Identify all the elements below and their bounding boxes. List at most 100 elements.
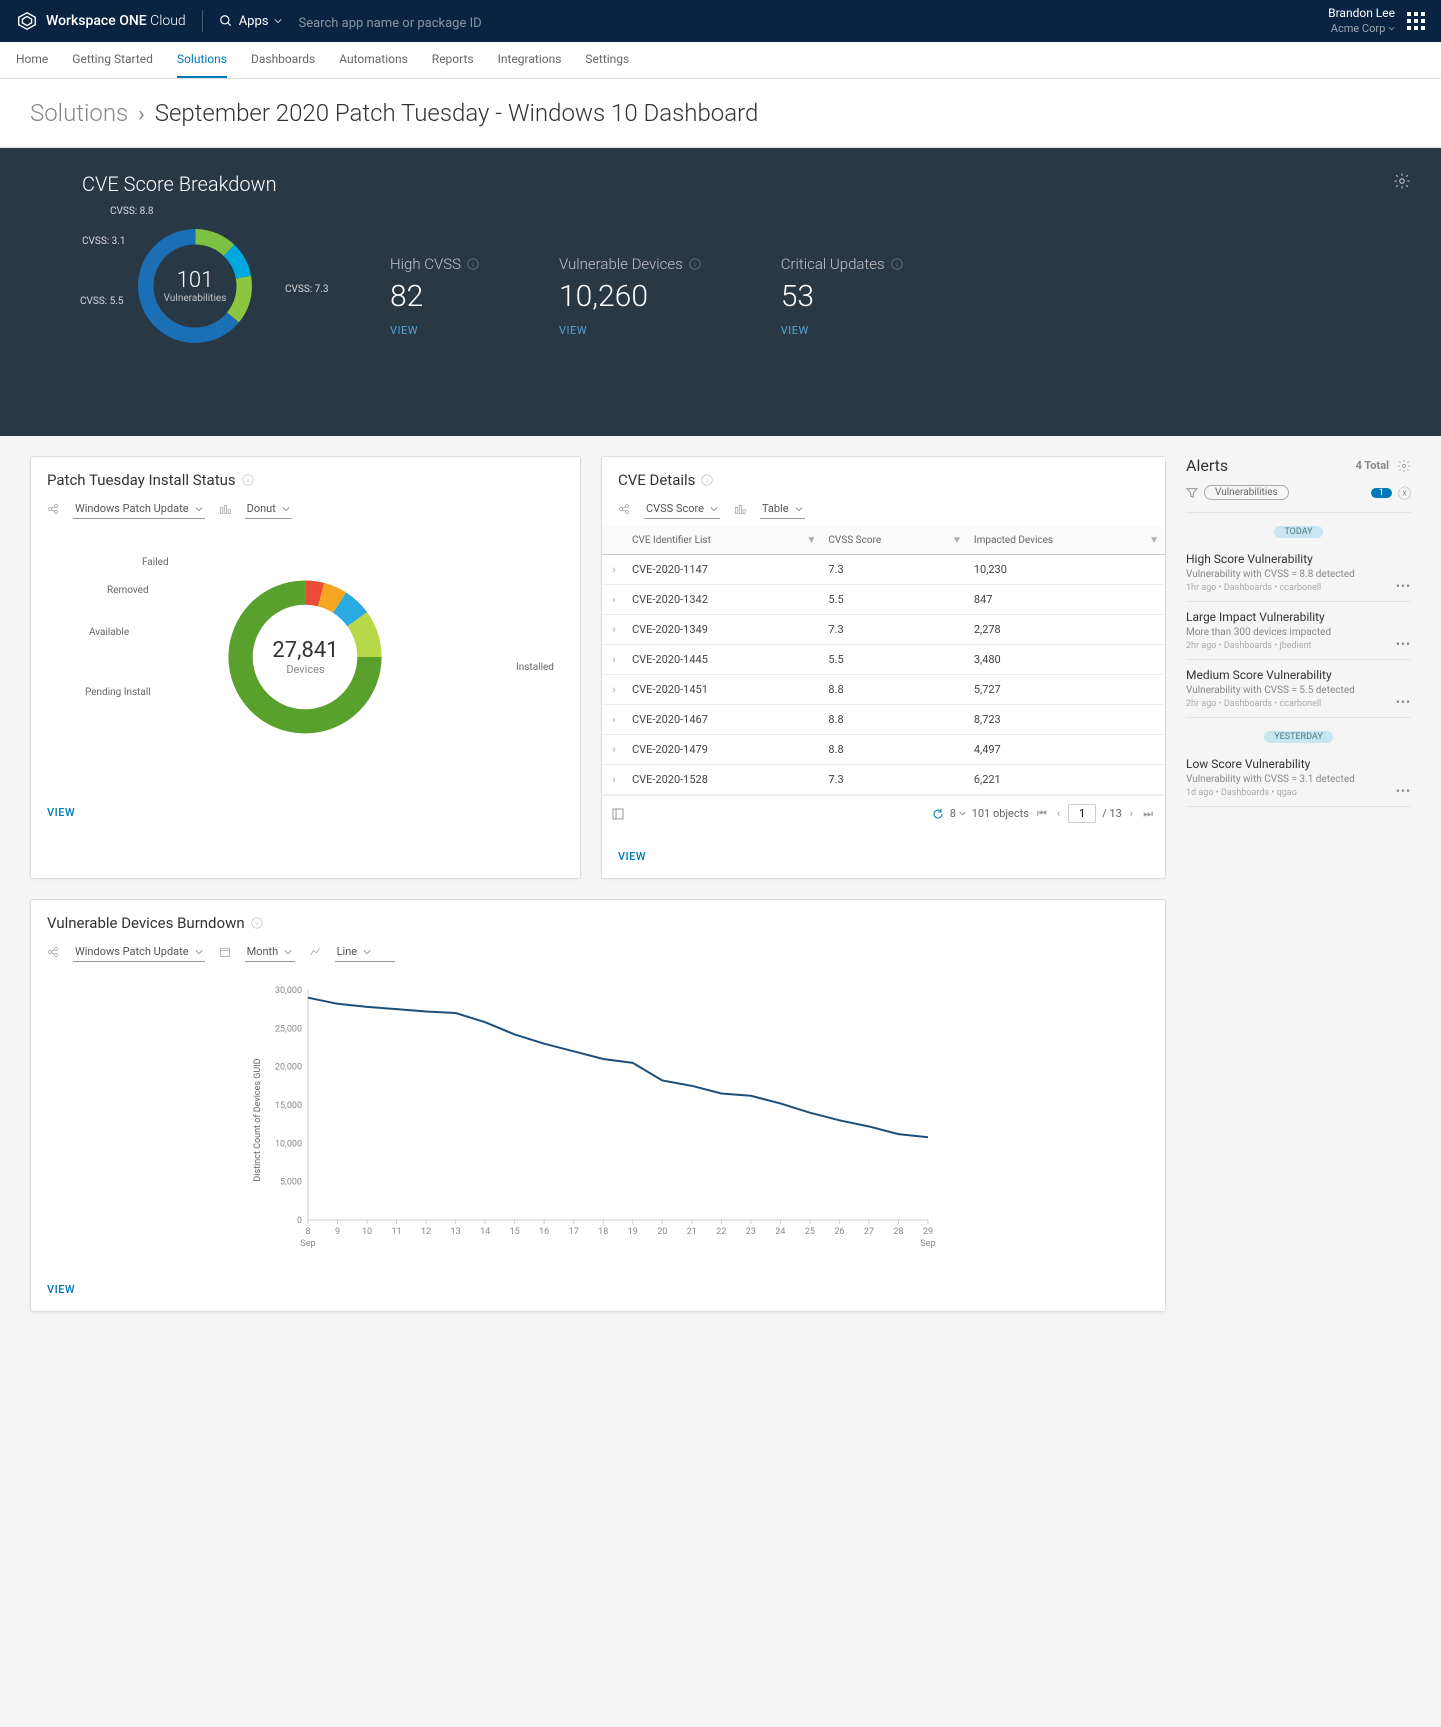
svg-text:15,000: 15,000 <box>275 1101 302 1111</box>
svg-text:Sep: Sep <box>300 1239 315 1249</box>
svg-text:20,000: 20,000 <box>275 1063 302 1073</box>
info-icon[interactable]: i <box>689 258 701 270</box>
apps-menu[interactable]: Apps <box>219 14 283 29</box>
svg-text:8: 8 <box>305 1227 310 1237</box>
info-icon[interactable]: i <box>242 474 254 486</box>
user-block[interactable]: Brandon Lee Acme Corp <box>1328 6 1425 36</box>
tab-home[interactable]: Home <box>16 42 48 78</box>
expand-row-btn[interactable]: › <box>602 615 626 645</box>
expand-row-btn[interactable]: › <box>602 735 626 765</box>
tab-getting-started[interactable]: Getting Started <box>72 42 153 78</box>
next-page-btn[interactable]: › <box>1128 807 1135 820</box>
prev-page-btn[interactable]: ‹ <box>1055 807 1062 820</box>
svg-text:i: i <box>256 919 258 928</box>
expand-row-btn[interactable]: › <box>602 675 626 705</box>
gear-icon[interactable] <box>1397 459 1411 473</box>
alert-item[interactable]: Medium Score VulnerabilityVulnerability … <box>1186 660 1411 718</box>
page-total: / 13 <box>1102 807 1122 820</box>
svg-text:29: 29 <box>923 1227 933 1237</box>
tab-dashboards[interactable]: Dashboards <box>251 42 315 78</box>
tab-settings[interactable]: Settings <box>585 42 629 78</box>
svg-text:24: 24 <box>775 1227 785 1237</box>
svg-text:21: 21 <box>687 1227 697 1237</box>
tab-solutions[interactable]: Solutions <box>177 42 227 78</box>
page-title: September 2020 Patch Tuesday - Windows 1… <box>155 99 759 127</box>
filter-icon[interactable] <box>1186 487 1198 499</box>
view-link[interactable]: VIEW <box>47 806 75 819</box>
filter-dataset[interactable]: Windows Patch Update <box>73 499 205 519</box>
share-icon[interactable] <box>618 503 630 515</box>
page-size[interactable]: 8 <box>950 807 966 820</box>
patch-donut: 27,841 Devices Failed Removed Available … <box>47 537 564 777</box>
alert-item[interactable]: High Score VulnerabilityVulnerability wi… <box>1186 544 1411 602</box>
table-row[interactable]: ›CVE-2020-13425.5847 <box>602 585 1165 615</box>
tab-automations[interactable]: Automations <box>339 42 408 78</box>
svg-text:18: 18 <box>598 1227 608 1237</box>
info-icon[interactable]: i <box>891 258 903 270</box>
expand-row-btn[interactable]: › <box>602 585 626 615</box>
col-header[interactable]: CVE Identifier List▼ <box>626 527 822 555</box>
view-link[interactable]: VIEW <box>559 324 701 337</box>
cve-donut: 101 Vulnerabilities CVSS: 8.8 CVSS: 3.1 … <box>50 206 330 386</box>
more-icon[interactable]: ••• <box>1396 579 1411 593</box>
table-row[interactable]: ›CVE-2020-14518.85,727 <box>602 675 1165 705</box>
alerts-panel: Alerts 4 Total Vulnerabilities 1 ⓧ TODAY… <box>1186 456 1411 1312</box>
chevron-down-icon <box>1388 25 1395 32</box>
filter-chip[interactable]: Vulnerabilities <box>1204 485 1289 500</box>
col-header[interactable]: Impacted Devices▼ <box>968 527 1165 555</box>
apps-grid-icon[interactable] <box>1407 12 1425 30</box>
expand-row-btn[interactable]: › <box>602 705 626 735</box>
table-row[interactable]: ›CVE-2020-14455.53,480 <box>602 645 1165 675</box>
expand-row-btn[interactable]: › <box>602 555 626 585</box>
info-icon[interactable]: i <box>701 474 713 486</box>
breadcrumb-root[interactable]: Solutions <box>30 99 128 127</box>
share-icon[interactable] <box>47 503 59 515</box>
filter-icon[interactable]: ▼ <box>1149 535 1159 546</box>
last-page-btn[interactable]: ⏭ <box>1141 807 1155 821</box>
table-row[interactable]: ›CVE-2020-14798.84,497 <box>602 735 1165 765</box>
filter-metric[interactable]: CVSS Score <box>644 499 720 519</box>
search-input[interactable] <box>298 16 598 31</box>
col-header[interactable]: CVSS Score▼ <box>822 527 967 555</box>
page-input[interactable] <box>1068 804 1096 823</box>
view-link[interactable]: VIEW <box>618 850 646 863</box>
table-row[interactable]: ›CVE-2020-14678.88,723 <box>602 705 1165 735</box>
view-link[interactable]: VIEW <box>781 324 903 337</box>
filter-dataset[interactable]: Windows Patch Update <box>73 942 205 962</box>
table-row[interactable]: ›CVE-2020-15287.36,221 <box>602 765 1165 795</box>
filter-charttype[interactable]: Donut <box>245 499 292 519</box>
tab-integrations[interactable]: Integrations <box>498 42 562 78</box>
alerts-title: Alerts <box>1186 456 1228 475</box>
info-icon[interactable]: i <box>251 917 263 929</box>
first-page-btn[interactable]: ⏮ <box>1035 807 1049 821</box>
donut-center-value: 101 <box>164 268 227 293</box>
gear-icon[interactable] <box>1393 172 1411 190</box>
chart-icon <box>734 503 746 515</box>
filter-charttype[interactable]: Line <box>335 942 395 962</box>
day-separator: TODAY <box>1186 519 1411 538</box>
expand-row-btn[interactable]: › <box>602 765 626 795</box>
filter-icon[interactable]: ▼ <box>952 535 962 546</box>
filter-charttype[interactable]: Table <box>760 499 805 519</box>
view-link[interactable]: VIEW <box>390 324 479 337</box>
filter-icon[interactable]: ▼ <box>807 535 817 546</box>
columns-icon[interactable] <box>612 808 624 820</box>
more-icon[interactable]: ••• <box>1396 695 1411 709</box>
view-link[interactable]: VIEW <box>47 1283 75 1296</box>
table-row[interactable]: ›CVE-2020-13497.32,278 <box>602 615 1165 645</box>
info-icon[interactable]: i <box>467 258 479 270</box>
filter-range[interactable]: Month <box>245 942 295 962</box>
alert-item[interactable]: Low Score VulnerabilityVulnerability wit… <box>1186 749 1411 807</box>
more-icon[interactable]: ••• <box>1396 784 1411 798</box>
refresh-icon[interactable] <box>932 808 944 820</box>
alert-item[interactable]: Large Impact VulnerabilityMore than 300 … <box>1186 602 1411 660</box>
share-icon[interactable] <box>47 946 59 958</box>
clear-filter-btn[interactable]: ⓧ <box>1398 483 1411 502</box>
chevron-down-icon <box>195 948 203 956</box>
brand-name: Workspace ONE <box>46 13 147 29</box>
tab-reports[interactable]: Reports <box>432 42 474 78</box>
more-icon[interactable]: ••• <box>1396 637 1411 651</box>
expand-row-btn[interactable]: › <box>602 645 626 675</box>
table-row[interactable]: ›CVE-2020-11477.310,230 <box>602 555 1165 585</box>
cve-table: CVE Identifier List▼ CVSS Score▼ Impacte… <box>602 527 1165 795</box>
